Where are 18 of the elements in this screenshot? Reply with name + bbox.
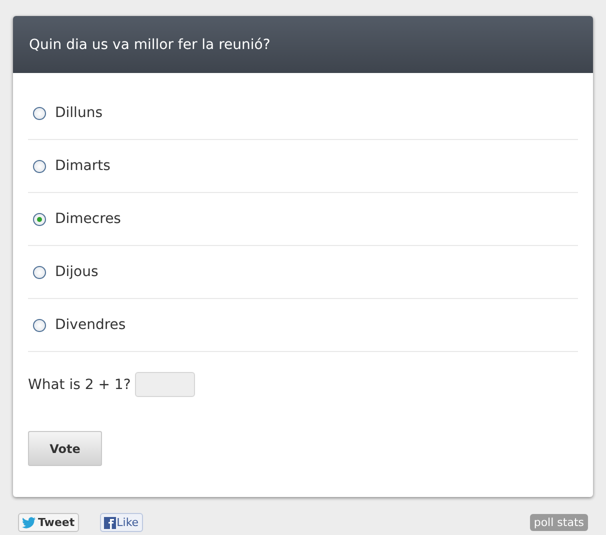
tweet-button[interactable]: Tweet (18, 513, 79, 532)
radio-button[interactable] (33, 106, 46, 120)
radio-button[interactable] (33, 160, 46, 172)
option-label[interactable]: Dilluns (55, 105, 102, 121)
like-button[interactable]: Like (100, 513, 143, 532)
radio-button[interactable] (33, 266, 46, 278)
square-icon (104, 516, 116, 528)
option-label[interactable]: Dijous (55, 264, 98, 280)
option-label[interactable]: Divendres (55, 317, 126, 333)
radio-button[interactable] (33, 318, 46, 332)
option-label[interactable]: Dimecres (55, 211, 121, 227)
bird-icon (22, 516, 36, 528)
captcha-question: What is 2 + 1? (28, 376, 131, 392)
captcha-field[interactable] (134, 372, 195, 397)
option-label[interactable]: Dimarts (55, 158, 110, 174)
poll-question: Quin dia us va millor fer la reunió? (29, 36, 270, 52)
radio-button[interactable] (33, 212, 46, 226)
vote-button[interactable]: Vote (28, 431, 102, 466)
